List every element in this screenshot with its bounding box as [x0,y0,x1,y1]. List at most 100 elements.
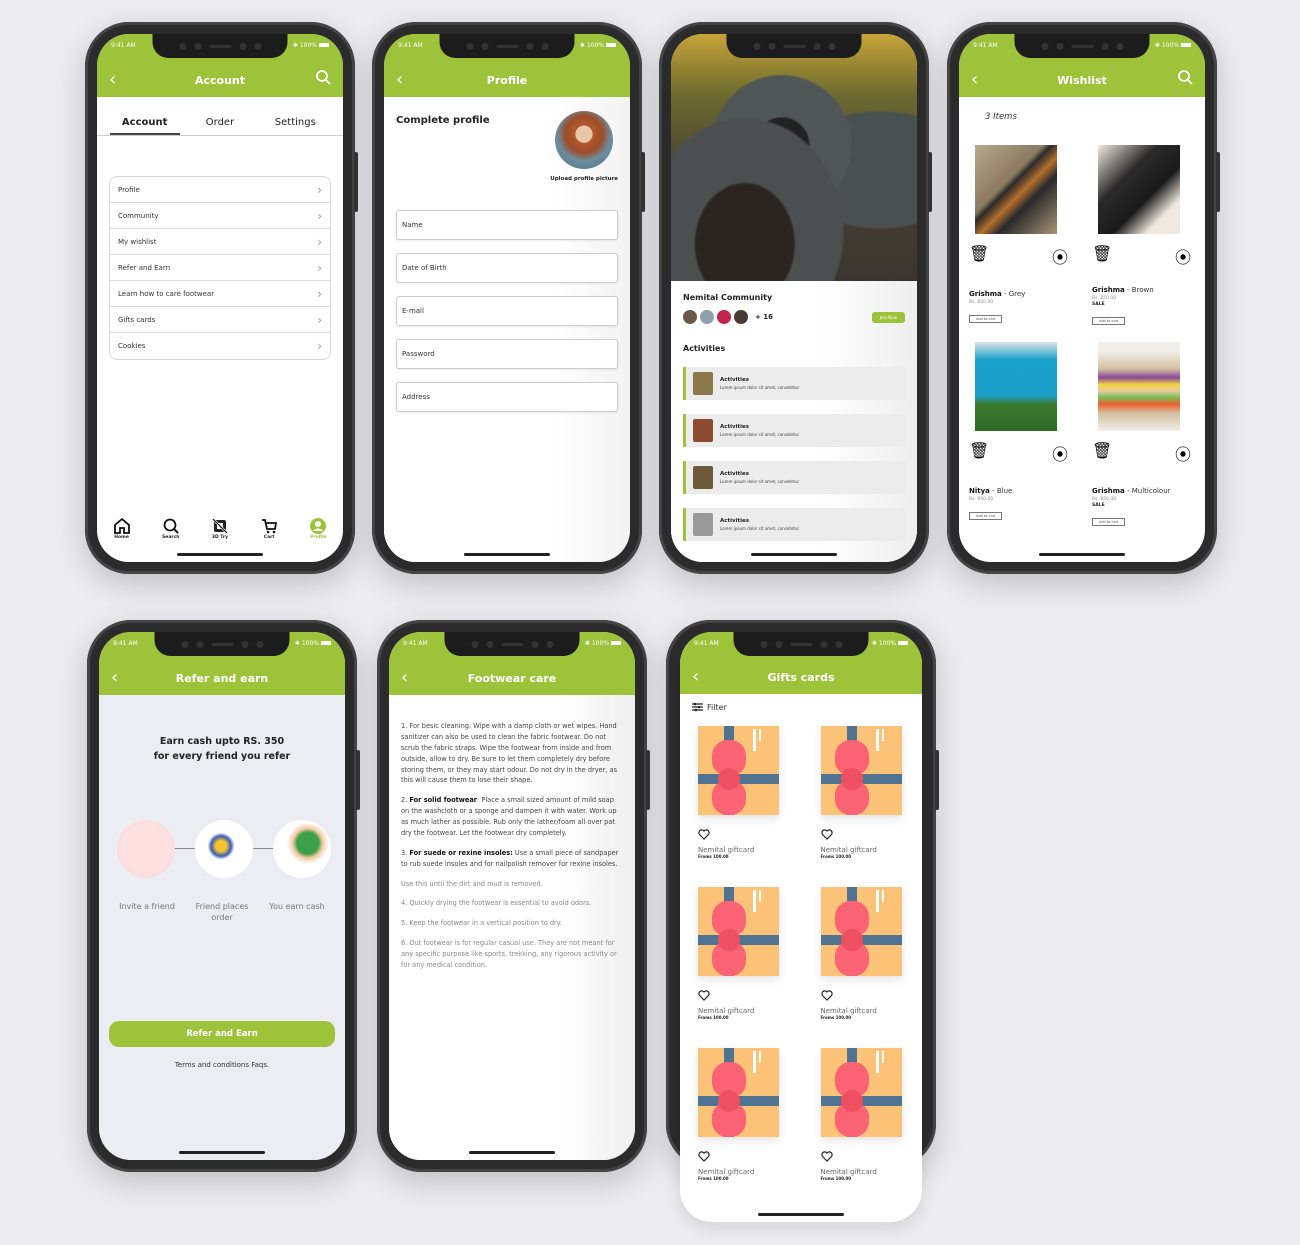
sale-badge: SALE [1092,302,1105,307]
product-image[interactable] [1098,145,1180,234]
heart-icon[interactable] [820,1147,908,1166]
activity-item[interactable]: Activities Lorem ipsum dolor sit amet, co… [683,414,905,447]
add-to-cart-button[interactable]: Add to cart [1092,518,1126,526]
3d-view-icon[interactable]: ⦿ [1052,441,1068,465]
activity-item[interactable]: Activities Lorem ipsum dolor sit amet, co… [683,461,905,494]
terms-link[interactable]: Terms and conditions Faqs. [99,1061,345,1069]
complete-profile-heading: Complete profile [396,115,490,126]
gift-card-price: Froms 100.00 [820,1015,852,1020]
trash-icon[interactable]: 🗑︎ [969,244,989,268]
care-item: 5. Keep the footwear in a vertical posit… [401,919,562,928]
chevron-right-icon: › [317,286,322,301]
care-item: 2. For solid footwear: Place a small siz… [401,796,617,837]
notch [152,34,288,58]
gift-card[interactable]: Nemital giftcard Froms 100.00 [698,726,785,887]
dob-field[interactable]: Date of Birth [396,253,618,283]
activity-item[interactable]: Activities Lorem ipsum dolor sit amet, co… [683,367,905,400]
profile-icon [310,518,327,534]
nav-3d-try[interactable]: 3D Try [211,517,229,540]
gift-card[interactable]: Nemital giftcard Froms 100.00 [820,1048,908,1209]
refer-steps [117,820,331,879]
heart-icon[interactable] [820,986,908,1005]
address-field[interactable]: Address [396,382,618,412]
back-icon[interactable]: ‹ [971,71,978,89]
chevron-right-icon: › [317,234,322,249]
heart-icon[interactable] [820,825,908,844]
gift-card-price: Froms 100.00 [820,1176,852,1181]
chevron-right-icon: › [317,208,322,223]
3d-view-icon[interactable]: ⦿ [1175,244,1191,268]
activity-item[interactable]: Activities Lorem ipsum dolor sit amet, co… [683,508,905,541]
gift-card-image [820,887,902,976]
search-icon[interactable] [315,69,331,89]
gift-card[interactable]: Nemital giftcard Froms 100.00 [820,726,908,887]
search-icon[interactable] [1177,69,1193,89]
email-field[interactable]: E-mail [396,296,618,326]
gift-card-name: Nemital giftcard [820,846,877,854]
wishlist-item: 🗑︎ ⦿ Grishma - Grey Rs. 850.00 Add to car… [969,145,1072,342]
menu-item-wishlist[interactable]: My wishlist › [110,229,330,255]
page-title: Account [194,74,246,87]
home-indicator [179,1151,265,1154]
search-icon [163,518,179,534]
nav-home[interactable]: Home [113,517,131,540]
phone-community: Nemital Community + 16 Join Now Activiti… [659,22,932,574]
heart-icon[interactable] [698,986,785,1005]
back-icon[interactable]: ‹ [396,71,403,89]
menu-item-cookies[interactable]: Cookies › [110,333,330,359]
member-avatars: + 16 [683,310,773,324]
avatar[interactable] [555,111,614,169]
step-label: Friend places order [195,902,249,922]
menu-item-community[interactable]: Community › [110,203,330,229]
menu-item-refer[interactable]: Refer and Earn › [110,255,330,281]
join-now-button[interactable]: Join Now [871,311,905,323]
gift-card-name: Nemital giftcard [698,1168,755,1176]
heart-icon[interactable] [698,825,785,844]
back-icon[interactable]: ‹ [109,71,116,89]
password-field[interactable]: Password [396,339,618,369]
profile-form: Name Date of Birth E-mail Password Addre… [396,210,618,412]
step-label: You earn cash [269,902,325,912]
gift-card-price: Froms 100.00 [698,1176,729,1181]
back-icon[interactable]: ‹ [111,669,118,687]
gift-card-image [820,726,902,815]
name-field[interactable]: Name [396,210,618,240]
back-icon[interactable]: ‹ [401,669,408,687]
nav-profile[interactable]: Profile [309,517,327,540]
tab-account[interactable]: Account [109,117,180,135]
3d-view-icon[interactable]: ⦿ [1052,244,1068,268]
trash-icon[interactable]: 🗑︎ [1092,441,1112,465]
page-title: Gifts cards [767,671,835,684]
add-to-cart-button[interactable]: Add to cart [1092,317,1126,325]
product-image[interactable] [975,342,1057,431]
gift-card[interactable]: Nemital giftcard Froms 100.00 [698,887,785,1048]
menu-item-profile[interactable]: Profile › [110,177,330,203]
gift-card[interactable]: Nemital giftcard Froms 100.00 [698,1048,785,1209]
add-to-cart-button[interactable]: Add to cart [969,512,1003,520]
member-count: + 16 [755,313,774,321]
trash-icon[interactable]: 🗑︎ [969,441,989,465]
back-icon[interactable]: ‹ [692,668,699,686]
upload-picture-link[interactable]: Upload profile picture [550,176,618,182]
step-label: Invite a friend [119,902,175,912]
tab-settings[interactable]: Settings [260,117,330,135]
3d-view-icon[interactable]: ⦿ [1175,441,1191,465]
add-to-cart-button[interactable]: Add to cart [969,315,1003,323]
heart-icon[interactable] [698,1147,785,1166]
product-image[interactable] [975,145,1057,234]
gift-card[interactable]: Nemital giftcard Froms 100.00 [820,887,908,1048]
tab-order[interactable]: Order [185,117,255,135]
activity-thumbnail [693,513,713,536]
notch [439,34,575,58]
nav-cart[interactable]: Cart [260,517,278,540]
product-image[interactable] [1098,342,1180,431]
home-indicator [751,553,837,556]
menu-item-footwear-care[interactable]: Learn how to care footwear › [110,281,330,307]
menu-item-gift-cards[interactable]: Gifts cards › [110,307,330,333]
filter-button[interactable]: Filter [680,694,922,720]
nav-search[interactable]: Search [162,517,180,540]
trash-icon[interactable]: 🗑︎ [1092,244,1112,268]
refer-and-earn-button[interactable]: Refer and Earn [109,1021,335,1048]
gift-card-price: Froms 100.00 [820,854,852,859]
community-hero-image [671,34,917,281]
